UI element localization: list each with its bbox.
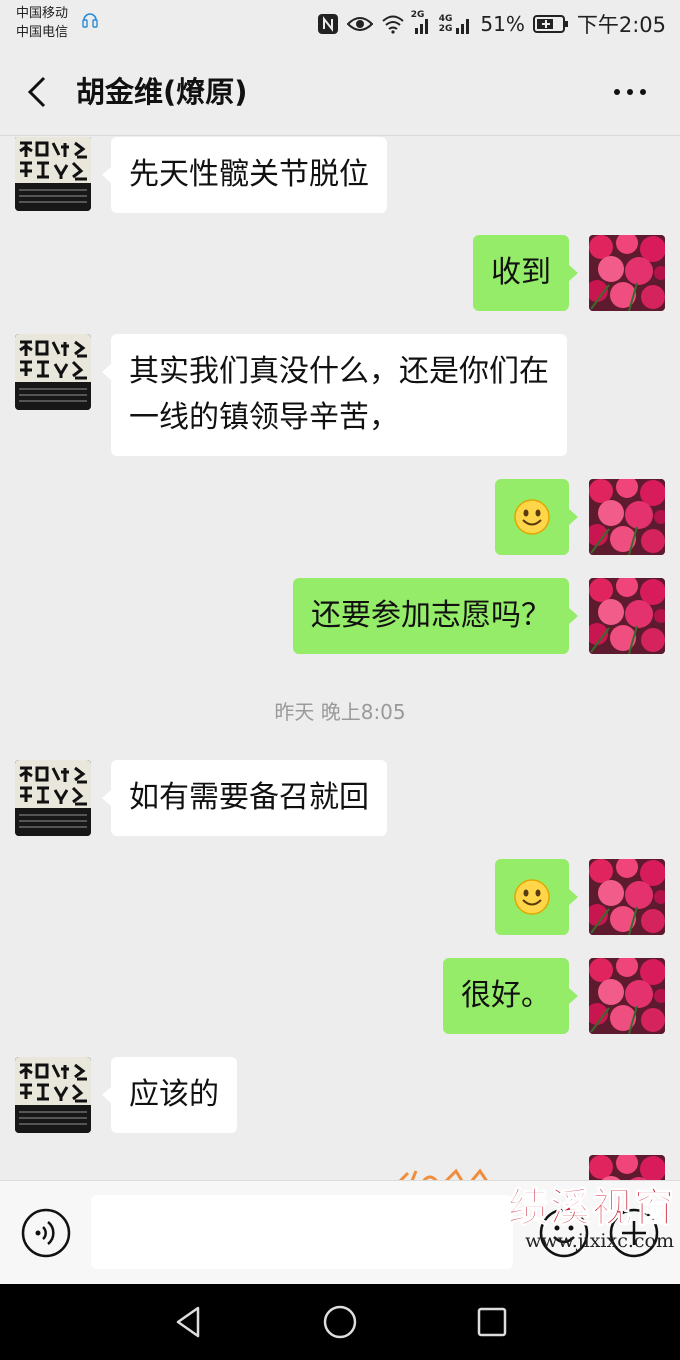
message-text: 应该的 (129, 1077, 219, 1112)
back-icon[interactable] (18, 72, 58, 112)
message-row: 还要参加志愿吗？ (0, 578, 680, 654)
more-dot (627, 89, 633, 95)
nfc-icon (317, 13, 339, 35)
message-bubble-outgoing[interactable]: 很好。 (443, 958, 578, 1034)
message-bubble-outgoing[interactable]: 还要参加志愿吗？ (293, 578, 578, 654)
signal-2g-icon: 2G (411, 10, 431, 34)
message-text: 其实我们真没什么，还是你们在 一线的镇领导辛苦， (129, 354, 549, 435)
smile-emoji-icon (513, 498, 551, 536)
message-bubble-incoming[interactable]: 先天性髋关节脱位 (102, 137, 387, 213)
message-row-partial (0, 1155, 680, 1180)
message-bubble-outgoing[interactable] (495, 859, 578, 935)
more-icon[interactable] (610, 76, 650, 108)
message-text: 收到 (491, 255, 551, 290)
carrier-1: 中国移动 (16, 6, 69, 21)
net-label-b-bottom: 2G (438, 24, 453, 34)
chat-header: 胡金维(燎原) (0, 48, 680, 136)
message-bubble-incoming[interactable]: 应该的 (102, 1057, 237, 1133)
more-dot (640, 89, 646, 95)
message-row: 先天性髋关节脱位 (0, 137, 680, 213)
sticker-partial[interactable] (350, 1167, 510, 1180)
system-navigation-bar (0, 1284, 680, 1360)
battery-icon (532, 14, 569, 34)
nav-back-icon[interactable] (166, 1300, 210, 1344)
nav-recents-icon[interactable] (470, 1300, 514, 1344)
message-text: 如有需要备召就回 (129, 780, 369, 815)
more-dot (614, 89, 620, 95)
message-text: 先天性髋关节脱位 (129, 157, 369, 192)
signal-4g-icon: 4G 2G (439, 14, 473, 34)
contact-avatar[interactable] (15, 1057, 91, 1133)
contact-avatar[interactable] (15, 760, 91, 836)
message-bubble-outgoing[interactable] (495, 479, 578, 555)
message-row: 如有需要备召就回 (0, 760, 680, 836)
self-avatar[interactable] (589, 1155, 665, 1180)
voice-icon[interactable] (20, 1207, 72, 1259)
message-row: 很好。 (0, 958, 680, 1034)
emoji-icon[interactable] (538, 1207, 590, 1259)
message-bubble-incoming[interactable]: 如有需要备召就回 (102, 760, 387, 836)
input-bar (0, 1180, 680, 1284)
self-avatar[interactable] (589, 479, 665, 555)
net-label-a: 2G (410, 10, 425, 20)
self-avatar[interactable] (589, 958, 665, 1034)
message-row (0, 859, 680, 935)
message-bubble-outgoing[interactable]: 收到 (473, 235, 578, 311)
status-icons: 2G 4G 2G 51% 下午2:05 (317, 10, 666, 38)
carrier-info: 中国移动 中国电信 (16, 4, 68, 42)
smile-emoji-icon (513, 878, 551, 916)
message-bubble-incoming[interactable]: 其实我们真没什么，还是你们在 一线的镇领导辛苦， (102, 334, 567, 456)
message-input[interactable] (91, 1195, 513, 1269)
hd-call-icon (82, 13, 98, 28)
eye-comfort-icon (346, 15, 373, 33)
message-text: 还要参加志愿吗？ (311, 598, 551, 633)
message-text: 很好。 (461, 978, 551, 1013)
nav-home-icon[interactable] (318, 1300, 362, 1344)
chat-title: 胡金维(燎原) (76, 75, 248, 109)
clock: 下午2:05 (576, 13, 666, 37)
message-row (0, 479, 680, 555)
message-row: 应该的 (0, 1057, 680, 1133)
battery-percent: 51% (480, 12, 525, 36)
net-label-b-top: 4G (438, 14, 453, 24)
time-divider: 昨天 晚上8:05 (274, 700, 406, 724)
contact-avatar[interactable] (15, 334, 91, 410)
self-avatar[interactable] (589, 235, 665, 311)
message-list[interactable]: 先天性髋关节脱位 收到 其实我们真没什么，还是你们在 一线的镇领导辛苦， 还要参… (0, 137, 680, 1180)
status-bar: 中国移动 中国电信 2G 4G 2G 51% 下午2:05 (0, 0, 680, 48)
carrier-2: 中国电信 (16, 25, 69, 40)
plus-icon[interactable] (608, 1207, 660, 1259)
contact-avatar[interactable] (15, 137, 91, 211)
wifi-icon (381, 14, 405, 34)
message-row: 收到 (0, 235, 680, 311)
message-row: 其实我们真没什么，还是你们在 一线的镇领导辛苦， (0, 334, 680, 456)
self-avatar[interactable] (589, 578, 665, 654)
self-avatar[interactable] (589, 859, 665, 935)
